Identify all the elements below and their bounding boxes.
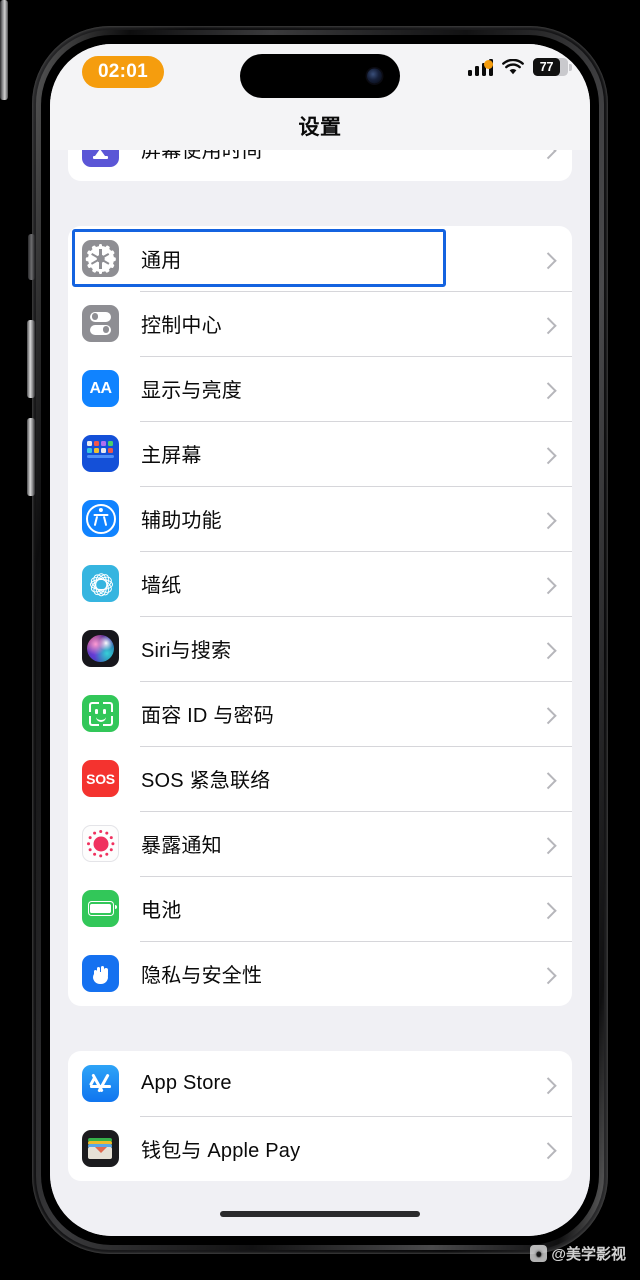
chevron-right-icon	[539, 706, 557, 724]
settings-row-wallpaper[interactable]: 墙纸	[68, 551, 572, 616]
settings-row-label: Siri与搜索	[141, 640, 232, 662]
settings-row-label: App Store	[141, 1072, 232, 1094]
siri-icon	[82, 630, 119, 667]
settings-group-store: App Store 钱包与 Apple Pay	[68, 1051, 572, 1181]
gear-icon	[82, 240, 119, 277]
hourglass-icon	[82, 150, 119, 167]
settings-row-screen-time[interactable]: 屏幕使用时间	[68, 150, 572, 181]
settings-row-label: 电池	[141, 900, 182, 922]
settings-row-wallet-apple-pay[interactable]: 钱包与 Apple Pay	[68, 1116, 572, 1181]
wifi-icon	[502, 58, 524, 76]
settings-row-label: 墙纸	[141, 575, 182, 597]
battery-percent-label: 77	[539, 60, 554, 74]
settings-row-siri-search[interactable]: Siri与搜索	[68, 616, 572, 681]
settings-row-privacy-security[interactable]: 隐私与安全性	[68, 941, 572, 1006]
control-center-icon	[82, 305, 119, 342]
volume-up-button[interactable]	[27, 320, 35, 398]
settings-row-battery[interactable]: 电池	[68, 876, 572, 941]
selection-highlight-box	[72, 229, 446, 287]
chevron-right-icon	[539, 1141, 557, 1159]
settings-group-system: 通用 控制中心 AA 显示与亮度 主屏幕 辅助功能 墙纸 Siri与搜索 面容 …	[68, 226, 572, 1006]
battery-icon: 77	[533, 58, 572, 76]
status-right-cluster: 77	[467, 58, 572, 76]
settings-row-label: 屏幕使用时间	[141, 150, 263, 162]
sos-icon: SOS	[82, 760, 119, 797]
settings-row-accessibility[interactable]: 辅助功能	[68, 486, 572, 551]
settings-row-emergency-sos[interactable]: SOS SOS 紧急联络	[68, 746, 572, 811]
chevron-right-icon	[539, 641, 557, 659]
status-time-pill[interactable]: 02:01	[82, 56, 164, 88]
settings-row-label: 辅助功能	[141, 510, 222, 532]
chevron-right-icon	[539, 150, 557, 159]
exposure-notification-icon	[82, 825, 119, 862]
accessibility-icon	[82, 500, 119, 537]
front-camera-icon	[367, 68, 382, 84]
settings-row-face-id-passcode[interactable]: 面容 ID 与密码	[68, 681, 572, 746]
settings-row-label: SOS 紧急联络	[141, 770, 271, 792]
wallet-icon	[82, 1130, 119, 1167]
settings-row-label: 通用	[141, 250, 182, 272]
settings-group-screen-time: 屏幕使用时间	[68, 150, 572, 181]
status-time: 02:01	[97, 61, 149, 82]
settings-row-app-store[interactable]: App Store	[68, 1051, 572, 1116]
dynamic-island	[240, 54, 400, 98]
volume-down-button[interactable]	[27, 418, 35, 496]
screenshot-stage: 02:01 77 设置 屏幕使用时间 通用 控制中心 AA 显示与亮度 主屏幕 …	[0, 0, 640, 1280]
chevron-right-icon	[539, 901, 557, 919]
display-aa-icon: AA	[82, 370, 119, 407]
chevron-right-icon	[539, 446, 557, 464]
app-store-icon	[82, 1065, 119, 1102]
chevron-right-icon	[539, 771, 557, 789]
settings-row-home-screen[interactable]: 主屏幕	[68, 421, 572, 486]
wallpaper-icon	[82, 565, 119, 602]
home-screen-icon	[82, 435, 119, 472]
navigation-bar: 设置	[50, 102, 590, 150]
chevron-right-icon	[539, 966, 557, 984]
settings-row-label: 控制中心	[141, 315, 222, 337]
chevron-right-icon	[539, 836, 557, 854]
chevron-right-icon	[539, 316, 557, 334]
settings-row-label: 显示与亮度	[141, 380, 242, 402]
action-button[interactable]	[28, 234, 35, 280]
settings-row-general[interactable]: 通用	[68, 226, 572, 291]
battery-icon	[82, 890, 119, 927]
chevron-right-icon	[539, 576, 557, 594]
chevron-right-icon	[539, 251, 557, 269]
settings-row-label: 隐私与安全性	[141, 965, 263, 987]
privacy-hand-icon	[82, 955, 119, 992]
chevron-right-icon	[539, 511, 557, 529]
paw-logo-icon: ●	[530, 1245, 548, 1262]
home-indicator[interactable]	[220, 1211, 420, 1217]
power-button[interactable]	[0, 0, 8, 100]
chevron-right-icon	[539, 1076, 557, 1094]
page-title: 设置	[298, 116, 342, 139]
settings-row-label: 面容 ID 与密码	[141, 705, 274, 727]
settings-row-exposure-notifications[interactable]: 暴露通知	[68, 811, 572, 876]
phone-screen: 02:01 77 设置 屏幕使用时间 通用 控制中心 AA 显示与亮度 主屏幕 …	[50, 44, 590, 1236]
settings-row-label: 钱包与 Apple Pay	[141, 1140, 301, 1162]
settings-scroll-view[interactable]: 屏幕使用时间 通用 控制中心 AA 显示与亮度 主屏幕 辅助功能 墙纸 Siri…	[50, 150, 590, 1236]
settings-row-label: 主屏幕	[141, 445, 202, 467]
face-id-icon	[82, 695, 119, 732]
watermark: ● @美学影视	[530, 1243, 626, 1264]
settings-row-control-center[interactable]: 控制中心	[68, 291, 572, 356]
settings-row-label: 暴露通知	[141, 835, 222, 857]
watermark-text: @美学影视	[551, 1246, 626, 1263]
privacy-indicator-dot	[484, 60, 493, 69]
chevron-right-icon	[539, 381, 557, 399]
settings-row-display-brightness[interactable]: AA 显示与亮度	[68, 356, 572, 421]
